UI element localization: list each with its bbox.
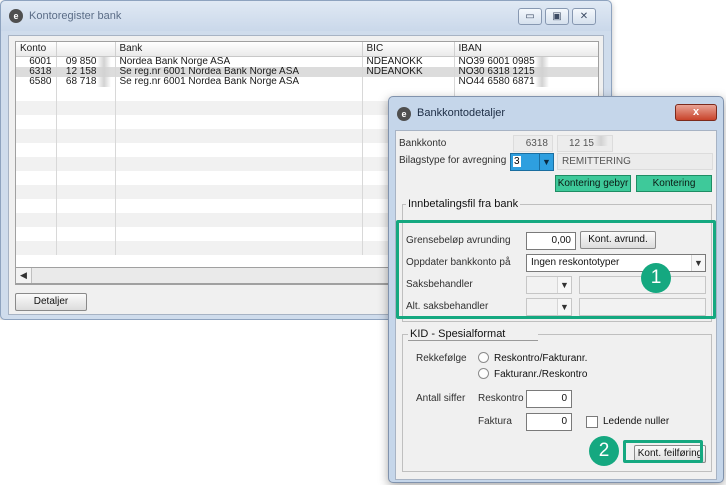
chevron-down-icon[interactable]: ▼	[539, 154, 553, 170]
cell-bank: Se reg.nr 6001 Nordea Bank Norge ASA	[115, 66, 363, 77]
chevron-down-icon[interactable]: ▼	[557, 299, 571, 315]
faktura-digits-input[interactable]: 0	[526, 413, 572, 431]
innbetalingsfil-title: Innbetalingsfil fra bank	[406, 198, 521, 210]
cell-bic: NDEANOKK	[362, 56, 455, 67]
cell-account-text: 12 158	[65, 66, 97, 77]
cell-account: 09 850	[56, 56, 116, 67]
chevron-down-icon[interactable]: ▼	[557, 277, 571, 293]
close-icon[interactable]: x	[675, 104, 717, 121]
bankkonto-account-field: 12 15	[557, 135, 613, 152]
redaction-blur	[534, 76, 549, 87]
cell-iban-text: NO39 6001 0985	[458, 56, 535, 67]
window-titlebar[interactable]: e Kontoregister bank ▭ ▣ ✕	[1, 1, 611, 31]
column-header-bank[interactable]: Bank	[115, 42, 363, 57]
kont-feilforing-button[interactable]: Kont. feilføring	[634, 445, 706, 463]
grid-header-row: Konto Bank BIC IBAN	[16, 42, 598, 57]
bilagstype-description: REMITTERING	[557, 153, 713, 170]
cell-iban: NO30 6318 1215	[454, 66, 598, 77]
cell-bank: Nordea Bank Norge ASA	[115, 56, 363, 67]
cell-konto: 6001	[16, 56, 57, 67]
rekkefolge-label: Rekkefølge	[416, 353, 467, 364]
radio-fakturanr-reskontro-label[interactable]: Fakturanr./Reskontro	[494, 369, 587, 380]
redaction-blur	[534, 56, 549, 67]
kont-avrund-button[interactable]: Kont. avrund.	[580, 231, 656, 249]
minimize-icon[interactable]: ▭	[518, 8, 542, 25]
cell-bank: Se reg.nr 6001 Nordea Bank Norge ASA	[115, 76, 363, 87]
cell-account-text: 09 850	[65, 56, 97, 67]
callout-badge-2: 2	[589, 436, 619, 466]
dialog-client: Bankkonto 6318 12 15 Bilagstype for avre…	[395, 130, 717, 480]
details-button[interactable]: Detaljer	[15, 293, 87, 311]
redaction-blur	[534, 66, 549, 77]
reskontro-digits-input[interactable]: 0	[526, 390, 572, 408]
redaction-blur	[96, 56, 111, 67]
dialog-title: Bankkontodetaljer	[417, 107, 506, 119]
radio-reskontro-fakturanr[interactable]	[478, 352, 489, 363]
bankkonto-account-text: 12 15	[568, 138, 594, 149]
column-header-konto[interactable]: Konto	[16, 42, 57, 57]
alt-saksbehandler-name-field	[579, 298, 706, 316]
cell-bic	[362, 76, 455, 87]
antall-siffer-label: Antall siffer	[416, 393, 466, 404]
close-icon[interactable]: ✕	[572, 8, 596, 25]
table-row-selected[interactable]: 6318 12 158 Se reg.nr 6001 Nordea Bank N…	[16, 66, 598, 77]
bankkonto-field: 6318	[513, 135, 553, 152]
reskontro-label: Reskontro	[478, 393, 524, 404]
cell-account: 12 158	[56, 66, 116, 77]
oppdater-bankkonto-select[interactable]: Ingen reskontotyper ▼	[526, 254, 706, 272]
bankkontodetaljer-dialog: e Bankkontodetaljer x Bankkonto 6318 12 …	[388, 96, 724, 483]
saksbehandler-select[interactable]: ▼	[526, 276, 572, 294]
oppdater-bankkonto-label: Oppdater bankkonto på	[406, 257, 511, 268]
callout-badge-1: 1	[641, 263, 671, 293]
cell-konto: 6318	[16, 66, 57, 77]
cell-iban: NO39 6001 0985	[454, 56, 598, 67]
column-header-bic[interactable]: BIC	[362, 42, 455, 57]
bilagstype-label: Bilagstype for avregning	[399, 155, 507, 166]
table-row[interactable]: 6001 09 850 Nordea Bank Norge ASA NDEANO…	[16, 56, 598, 67]
cell-iban-text: NO30 6318 1215	[458, 66, 535, 77]
background	[0, 320, 388, 485]
kontering-gebyr-button[interactable]: Kontering gebyr	[555, 175, 631, 192]
cell-account-text: 68 718	[65, 76, 97, 87]
column-header-account[interactable]	[56, 42, 116, 57]
details-button-label: Detaljer	[33, 296, 69, 307]
bilagstype-value: 3	[513, 156, 521, 167]
redaction-blur	[594, 136, 608, 146]
window-title: Kontoregister bank	[29, 10, 122, 22]
faktura-label: Faktura	[478, 416, 512, 427]
app-logo-icon: e	[397, 107, 411, 121]
kontering-button[interactable]: Kontering	[636, 175, 712, 192]
radio-reskontro-fakturanr-label[interactable]: Reskontro/Fakturanr.	[494, 353, 587, 364]
chevron-down-icon[interactable]: ▼	[691, 255, 705, 271]
scroll-left-icon[interactable]: ◀	[16, 268, 32, 283]
redaction-blur	[96, 76, 111, 87]
cell-iban: NO44 6580 6871	[454, 76, 598, 87]
cell-account: 68 718	[56, 76, 116, 87]
saksbehandler-label: Saksbehandler	[406, 279, 473, 290]
dialog-titlebar[interactable]: e Bankkontodetaljer x	[389, 97, 723, 127]
bankkonto-label: Bankkonto	[399, 138, 447, 149]
cell-konto: 6580	[16, 76, 57, 87]
bilagstype-select[interactable]: 3 ▼	[510, 153, 554, 171]
alt-saksbehandler-select[interactable]: ▼	[526, 298, 572, 316]
kid-title: KID - Spesialformat	[408, 328, 538, 341]
cell-iban-text: NO44 6580 6871	[458, 76, 535, 87]
ledende-nuller-label[interactable]: Ledende nuller	[603, 416, 669, 427]
redaction-blur	[96, 66, 111, 77]
maximize-icon[interactable]: ▣	[545, 8, 569, 25]
column-header-iban[interactable]: IBAN	[454, 42, 598, 57]
radio-fakturanr-reskontro[interactable]	[478, 368, 489, 379]
grensebelop-input[interactable]: 0,00	[526, 232, 576, 250]
oppdater-bankkonto-value: Ingen reskontotyper	[531, 257, 620, 268]
app-logo-icon: e	[9, 9, 23, 23]
alt-saksbehandler-label: Alt. saksbehandler	[406, 301, 489, 312]
ledende-nuller-checkbox[interactable]	[586, 416, 598, 428]
cell-bic: NDEANOKK	[362, 66, 455, 77]
table-row[interactable]: 6580 68 718 Se reg.nr 6001 Nordea Bank N…	[16, 76, 598, 87]
grensebelop-label: Grensebeløp avrunding	[406, 235, 511, 246]
